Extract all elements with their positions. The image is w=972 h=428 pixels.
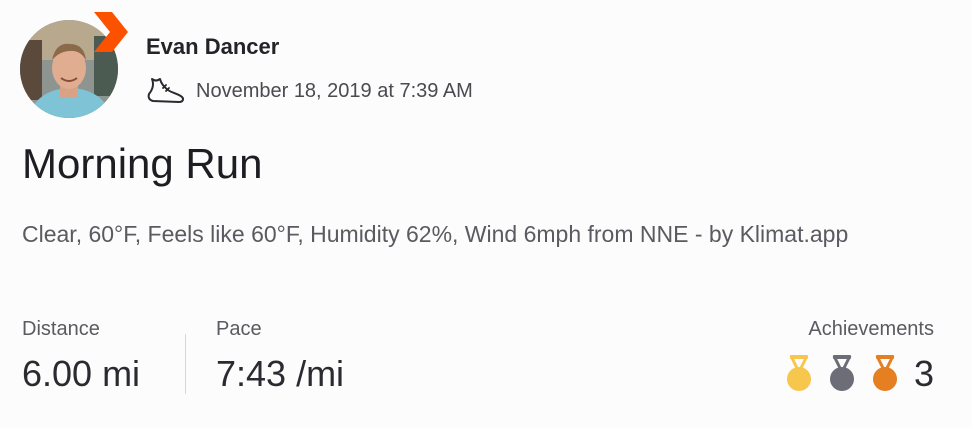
pace-label: Pace <box>216 318 262 340</box>
achievement-count: 3 <box>913 353 934 394</box>
achievements-stat[interactable]: Achievements 3 <box>771 318 934 395</box>
activity-title[interactable]: Morning Run <box>22 140 262 188</box>
avatar-container[interactable] <box>20 12 128 120</box>
stat-divider <box>185 334 186 394</box>
distance-label: Distance <box>22 318 100 340</box>
athlete-name[interactable]: Evan Dancer <box>146 34 279 60</box>
subscriber-badge-icon <box>94 12 128 52</box>
distance-stat: Distance 6.00 mi <box>22 318 140 395</box>
activity-description: Clear, 60°F, Feels like 60°F, Humidity 6… <box>22 221 849 247</box>
pace-stat: Pace 7:43 /mi <box>216 318 344 395</box>
achievements-row[interactable]: 3 <box>771 353 934 395</box>
silver-medal-icon <box>829 355 854 391</box>
achievements-label: Achievements <box>808 318 934 340</box>
activity-meta: November 18, 2019 at 7:39 AM <box>146 74 473 108</box>
pace-value: 7:43 /mi <box>216 353 345 394</box>
bronze-medal-icon <box>872 355 897 391</box>
activity-timestamp: November 18, 2019 at 7:39 AM <box>196 79 473 102</box>
shoe-icon <box>147 78 184 103</box>
distance-value: 6.00 mi <box>22 353 141 394</box>
gold-medal-icon <box>786 355 811 391</box>
activity-card: Evan Dancer November 18, 2019 at 7:39 AM… <box>0 0 972 428</box>
